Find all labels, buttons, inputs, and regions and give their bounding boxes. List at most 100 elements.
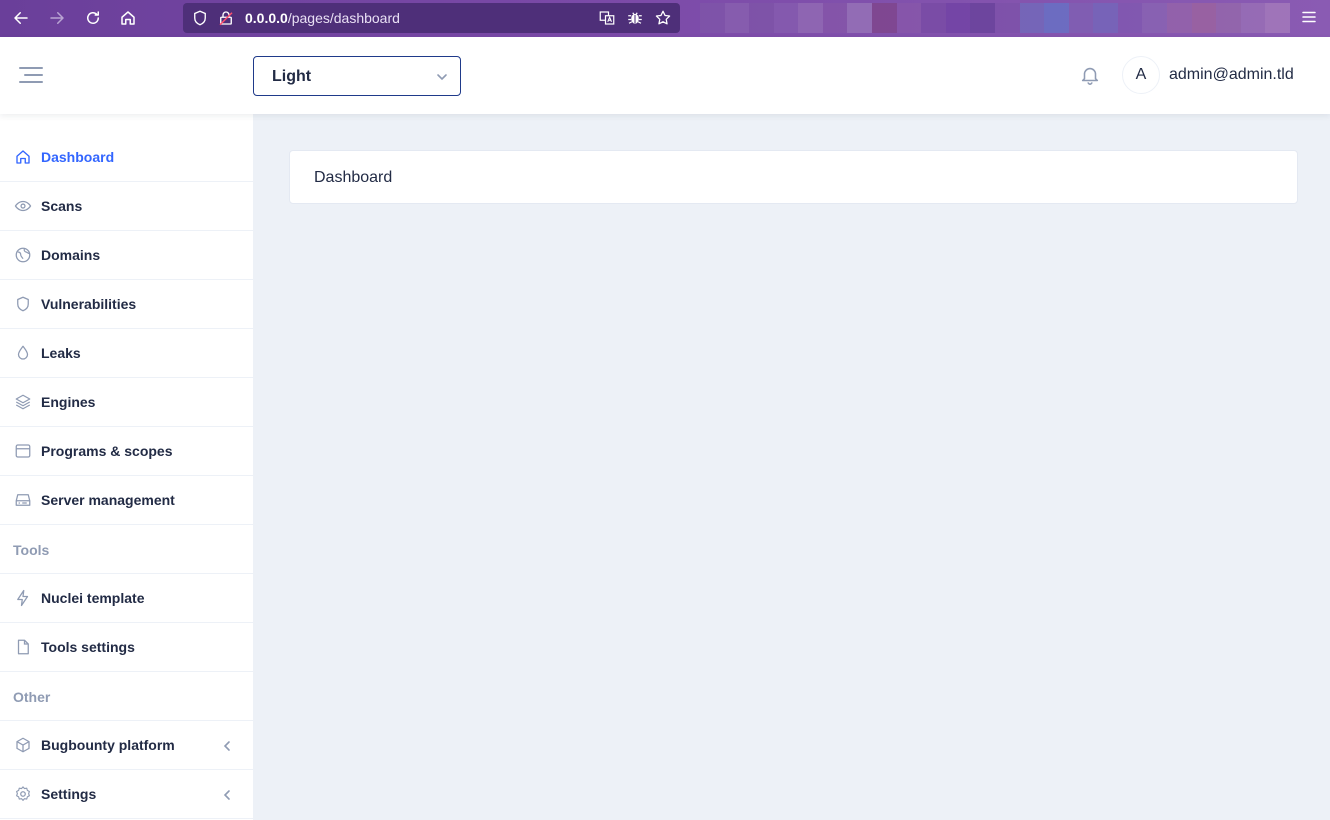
translate-icon[interactable] xyxy=(598,9,616,27)
sidebar-item-scans[interactable]: Scans xyxy=(0,182,253,231)
chevron-left-icon[interactable] xyxy=(221,788,233,800)
pixel-block xyxy=(1019,3,1045,33)
reload-icon xyxy=(87,11,99,24)
sidebar-item-vulnerabilities[interactable]: Vulnerabilities xyxy=(0,280,253,329)
sidebar-item-label: Server management xyxy=(41,492,175,508)
sidebar-item-engines[interactable]: Engines xyxy=(0,378,253,427)
pixel-block xyxy=(970,3,995,33)
pixel-block xyxy=(1166,3,1192,33)
pixel-block xyxy=(1191,3,1217,33)
menu-icon xyxy=(1302,11,1316,23)
pixel-block xyxy=(896,3,922,33)
layers-icon xyxy=(14,393,32,411)
sidebar-item-label: Scans xyxy=(41,198,83,214)
pixel-block xyxy=(1142,3,1167,33)
home-button[interactable] xyxy=(115,5,141,31)
main-content: Dashboard xyxy=(253,114,1330,820)
bug-icon[interactable] xyxy=(626,9,644,27)
sidebar-item-bugbounty-platform[interactable]: Bugbounty platform xyxy=(0,721,253,770)
sidebar: Dashboard Scans Domains Vulnerabilities … xyxy=(0,114,253,820)
sidebar-item-dashboard[interactable]: Dashboard xyxy=(0,133,253,182)
theme-select-value: Light xyxy=(272,68,312,85)
pixel-block xyxy=(773,3,799,33)
sidebar-item-label: Tools settings xyxy=(41,639,135,655)
address-bar[interactable]: 0.0.0.0/pages/dashboard xyxy=(183,3,680,33)
pixel-block xyxy=(872,3,897,33)
sidebar-item-nuclei-template[interactable]: Nuclei template xyxy=(0,574,253,623)
settings-icon xyxy=(14,785,32,803)
pixel-block xyxy=(724,3,750,33)
theme-select[interactable]: Light xyxy=(253,56,461,96)
sidebar-item-label: Vulnerabilities xyxy=(41,296,137,312)
url-text: 0.0.0.0/pages/dashboard xyxy=(245,10,400,26)
sidebar-item-leaks[interactable]: Leaks xyxy=(0,329,253,378)
sidebar-item-label: Programs & scopes xyxy=(41,443,173,459)
notifications-button[interactable] xyxy=(1079,64,1101,86)
user-name[interactable]: admin@admin.tld xyxy=(1169,66,1294,84)
pixel-block xyxy=(921,3,946,33)
pixel-block xyxy=(1044,3,1069,33)
chevron-left-icon[interactable] xyxy=(221,739,233,751)
pixel-block xyxy=(798,3,823,33)
back-button[interactable] xyxy=(8,5,34,31)
pixel-block xyxy=(1265,3,1290,33)
sidebar-item-label: Engines xyxy=(41,394,96,410)
arrow-left-icon xyxy=(14,12,28,24)
sidebar-item-server-management[interactable]: Server management xyxy=(0,476,253,525)
hard-drive-icon xyxy=(14,491,32,509)
pixel-block xyxy=(1240,3,1266,33)
sidebar-item-label: Nuclei template xyxy=(41,590,145,606)
sidebar-item-label: Bugbounty platform xyxy=(41,737,175,753)
sidebar-item-label: Domains xyxy=(41,247,101,263)
sidebar-item-programs-scopes[interactable]: Programs & scopes xyxy=(0,427,253,476)
pixel-block xyxy=(1068,3,1094,33)
sidebar-item-label: Settings xyxy=(41,786,97,802)
arrow-right-icon xyxy=(50,12,64,24)
hamburger-icon xyxy=(19,67,43,83)
shield-icon xyxy=(14,295,32,313)
cube-icon xyxy=(14,736,32,754)
sidebar-group-label: Tools xyxy=(13,542,50,558)
pixel-block xyxy=(1093,3,1118,33)
pixel-block xyxy=(994,3,1020,33)
sidebar-group-tools: Tools xyxy=(0,525,253,574)
browser-menu-button[interactable] xyxy=(1300,8,1320,28)
browser-toolbar: 0.0.0.0/pages/dashboard xyxy=(0,0,1330,37)
droplet-icon xyxy=(14,344,32,362)
card-title: Dashboard xyxy=(314,169,393,186)
url-host: 0.0.0.0 xyxy=(245,10,288,26)
avatar[interactable]: A xyxy=(1122,56,1160,94)
browser-home-icon xyxy=(121,11,135,25)
sidebar-item-label: Dashboard xyxy=(41,149,115,165)
pixel-block xyxy=(822,3,848,33)
globe-icon xyxy=(14,246,32,264)
sidebar-group-label: Other xyxy=(13,689,51,705)
browser-icon xyxy=(14,442,32,460)
bell-icon xyxy=(1081,67,1099,85)
sidebar-toggle-button[interactable] xyxy=(18,64,44,86)
sidebar-group-other: Other xyxy=(0,672,253,721)
pixel-block xyxy=(700,3,725,33)
home-icon xyxy=(14,148,32,166)
eye-icon xyxy=(14,197,32,215)
lock-insecure-icon[interactable] xyxy=(217,9,235,27)
sidebar-item-label: Leaks xyxy=(41,345,81,361)
sidebar-item-domains[interactable]: Domains xyxy=(0,231,253,280)
pixel-block xyxy=(945,3,971,33)
pixel-block xyxy=(1216,3,1241,33)
pixel-block xyxy=(749,3,774,33)
pixelated-extension-strip xyxy=(700,3,1290,33)
sidebar-item-settings[interactable]: Settings xyxy=(0,770,253,819)
forward-button[interactable] xyxy=(44,5,70,31)
sidebar-item-tools-settings[interactable]: Tools settings xyxy=(0,623,253,672)
flash-icon xyxy=(14,589,32,607)
url-path: /pages/dashboard xyxy=(287,10,400,26)
chevron-down-icon xyxy=(437,74,447,81)
tracking-shield-icon[interactable] xyxy=(191,9,209,27)
app-header: Light A admin@admin.tld xyxy=(0,37,1330,114)
reload-button[interactable] xyxy=(80,5,106,31)
file-icon xyxy=(14,638,32,656)
pixel-block xyxy=(1117,3,1143,33)
bookmark-star-icon[interactable] xyxy=(654,9,672,27)
dashboard-card: Dashboard xyxy=(289,150,1298,204)
